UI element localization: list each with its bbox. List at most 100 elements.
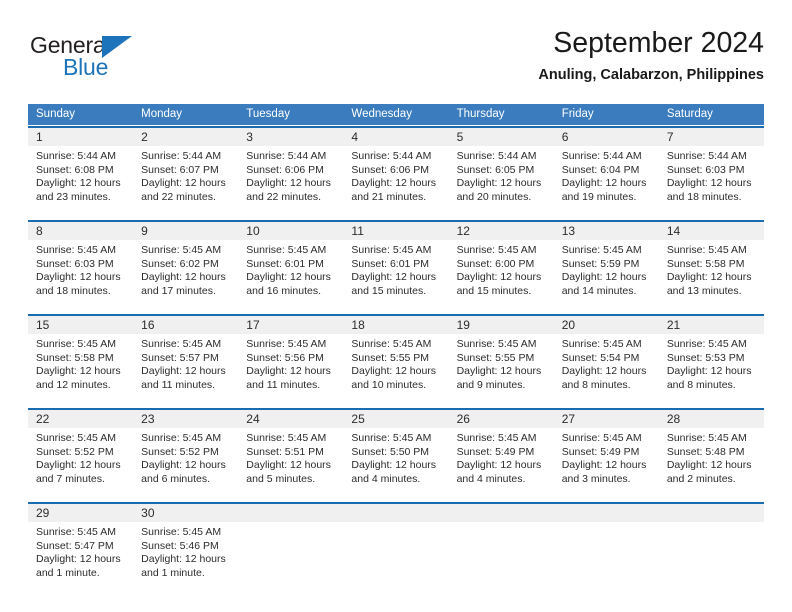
day-number[interactable]: 25 (343, 410, 448, 428)
day-cell-empty (449, 522, 554, 590)
day-detail-line: Daylight: 12 hours (36, 271, 121, 284)
day-cell[interactable]: Sunrise: 5:44 AM Sunset: 6:05 PM Daylight:… (449, 146, 554, 214)
day-detail-line: Sunset: 6:00 PM (456, 257, 535, 270)
day-number[interactable]: 22 (28, 410, 133, 428)
day-cell[interactable]: Sunrise: 5:45 AM Sunset: 6:02 PM Daylight:… (133, 240, 238, 308)
day-detail-line: Sunset: 5:57 PM (141, 351, 219, 364)
day-number[interactable]: 24 (238, 410, 343, 428)
day-detail-line: Sunrise: 5:45 AM (456, 338, 537, 350)
page-title: September 2024 (553, 27, 764, 59)
day-number[interactable]: 18 (343, 316, 448, 334)
day-cell[interactable]: Sunrise: 5:45 AM Sunset: 5:59 PM Daylight:… (554, 240, 659, 308)
day-detail-line: Sunset: 5:58 PM (666, 257, 745, 270)
day-cell[interactable]: Sunrise: 5:45 AM Sunset: 5:58 PM Daylight:… (28, 334, 133, 402)
day-cell[interactable]: Sunrise: 5:45 AM Sunset: 5:54 PM Daylight:… (554, 334, 659, 402)
day-number[interactable]: 12 (449, 222, 554, 240)
day-cell[interactable]: Sunrise: 5:45 AM Sunset: 5:57 PM Daylight:… (133, 334, 238, 402)
day-number[interactable]: 14 (659, 222, 764, 240)
day-number[interactable]: 1 (28, 128, 133, 146)
day-cell[interactable]: Sunrise: 5:45 AM Sunset: 5:55 PM Daylight:… (449, 334, 554, 402)
day-detail-line: and 22 minutes. (141, 190, 216, 203)
day-number[interactable]: 9 (133, 222, 238, 240)
day-detail-line: Sunrise: 5:45 AM (36, 244, 116, 256)
day-detail-line: Sunrise: 5:44 AM (456, 150, 537, 162)
day-cell[interactable]: Sunrise: 5:45 AM Sunset: 5:52 PM Daylight:… (28, 428, 133, 496)
day-cell-empty (238, 522, 343, 590)
day-detail-line: Daylight: 12 hours (666, 459, 752, 472)
day-cell[interactable]: Sunrise: 5:45 AM Sunset: 5:49 PM Daylight:… (449, 428, 554, 496)
day-detail-line: and 4 minutes. (456, 472, 526, 485)
day-detail-line: and 6 minutes. (141, 472, 211, 485)
day-cell[interactable]: Sunrise: 5:45 AM Sunset: 5:55 PM Daylight:… (343, 334, 448, 402)
calendar-week-row: 8 9 10 11 12 13 14 Sunrise: 5:45 AM Sunset: 6:03… (28, 220, 764, 310)
day-cell[interactable]: Sunrise: 5:44 AM Sunset: 6:06 PM Daylight:… (238, 146, 343, 214)
day-number[interactable]: 7 (659, 128, 764, 146)
day-cell[interactable]: Sunrise: 5:45 AM Sunset: 6:01 PM Daylight:… (238, 240, 343, 308)
day-cell[interactable]: Sunrise: 5:45 AM Sunset: 5:58 PM Daylight:… (659, 240, 764, 308)
day-cell[interactable]: Sunrise: 5:45 AM Sunset: 5:50 PM Daylight:… (343, 428, 448, 496)
day-cell[interactable]: Sunrise: 5:45 AM Sunset: 5:47 PM Daylight:… (28, 522, 133, 590)
day-number[interactable]: 6 (554, 128, 659, 146)
day-number[interactable]: 20 (554, 316, 659, 334)
day-detail-line: Sunset: 6:02 PM (141, 257, 219, 270)
day-detail-line: and 3 minutes. (561, 472, 631, 485)
title-block: September 2024 Anuling, Calabarzon, Phil… (244, 26, 764, 84)
day-number[interactable]: 2 (133, 128, 238, 146)
day-number[interactable]: 28 (659, 410, 764, 428)
day-number[interactable]: 13 (554, 222, 659, 240)
day-detail-line: Sunrise: 5:45 AM (141, 432, 222, 444)
day-number[interactable]: 17 (238, 316, 343, 334)
week-cells: Sunrise: 5:44 AM Sunset: 6:08 PM Daylight:… (28, 146, 764, 214)
day-detail-line: and 22 minutes. (246, 190, 321, 203)
day-number[interactable]: 10 (238, 222, 343, 240)
day-cell[interactable]: Sunrise: 5:44 AM Sunset: 6:04 PM Daylight:… (554, 146, 659, 214)
day-detail-line: Sunrise: 5:45 AM (666, 338, 747, 350)
day-cell[interactable]: Sunrise: 5:44 AM Sunset: 6:06 PM Daylight:… (343, 146, 448, 214)
day-detail-line: and 11 minutes. (141, 378, 216, 391)
day-cell[interactable]: Sunrise: 5:45 AM Sunset: 6:03 PM Daylight:… (28, 240, 133, 308)
day-number[interactable]: 27 (554, 410, 659, 428)
day-detail-line: Sunrise: 5:45 AM (666, 432, 747, 444)
day-cell[interactable]: Sunrise: 5:45 AM Sunset: 5:52 PM Daylight:… (133, 428, 238, 496)
calendar-week-row: 15 16 17 18 19 20 21 Sunrise: 5:45 AM Sunset: 5:… (28, 314, 764, 404)
day-cell[interactable]: Sunrise: 5:45 AM Sunset: 6:00 PM Daylight:… (449, 240, 554, 308)
day-detail-line: and 9 minutes. (456, 378, 526, 391)
day-number[interactable]: 23 (133, 410, 238, 428)
day-number[interactable]: 29 (28, 504, 133, 522)
day-number[interactable]: 3 (238, 128, 343, 146)
brand-logo[interactable]: General Blue (30, 32, 200, 88)
day-detail-line: Sunrise: 5:44 AM (351, 150, 432, 162)
day-number[interactable]: 19 (449, 316, 554, 334)
day-number[interactable]: 4 (343, 128, 448, 146)
day-detail-line: Sunset: 6:05 PM (456, 163, 535, 176)
day-number[interactable]: 30 (133, 504, 238, 522)
day-number[interactable]: 15 (28, 316, 133, 334)
day-cell[interactable]: Sunrise: 5:45 AM Sunset: 5:48 PM Daylight:… (659, 428, 764, 496)
day-cell[interactable]: Sunrise: 5:45 AM Sunset: 5:53 PM Daylight:… (659, 334, 764, 402)
day-cell[interactable]: Sunrise: 5:44 AM Sunset: 6:07 PM Daylight:… (133, 146, 238, 214)
day-number[interactable]: 16 (133, 316, 238, 334)
day-cell[interactable]: Sunrise: 5:45 AM Sunset: 5:51 PM Daylight:… (238, 428, 343, 496)
day-cell[interactable]: Sunrise: 5:45 AM Sunset: 6:01 PM Daylight:… (343, 240, 448, 308)
day-number[interactable]: 11 (343, 222, 448, 240)
day-detail-line: Sunrise: 5:45 AM (141, 244, 222, 256)
day-detail-line: Sunset: 5:49 PM (456, 445, 535, 458)
day-cell[interactable]: Sunrise: 5:44 AM Sunset: 6:08 PM Daylight:… (28, 146, 133, 214)
day-detail-line: Daylight: 12 hours (456, 177, 542, 190)
day-number[interactable]: 5 (449, 128, 554, 146)
day-detail-line: Daylight: 12 hours (141, 365, 226, 378)
day-detail-line: Daylight: 12 hours (561, 365, 647, 378)
day-cell[interactable]: Sunrise: 5:45 AM Sunset: 5:49 PM Daylight:… (554, 428, 659, 496)
day-number[interactable]: 21 (659, 316, 764, 334)
day-number[interactable]: 8 (28, 222, 133, 240)
day-cell[interactable]: Sunrise: 5:45 AM Sunset: 5:46 PM Daylight:… (133, 522, 238, 590)
day-detail-line: Sunset: 5:58 PM (36, 351, 114, 364)
day-detail-line: Sunrise: 5:45 AM (246, 432, 327, 444)
day-cell[interactable]: Sunrise: 5:45 AM Sunset: 5:56 PM Daylight:… (238, 334, 343, 402)
day-number[interactable]: 26 (449, 410, 554, 428)
day-detail-line: and 7 minutes. (36, 472, 105, 485)
weekday-header-row: Sunday Monday Tuesday Wednesday Thursday Frid… (28, 104, 764, 125)
day-cell[interactable]: Sunrise: 5:44 AM Sunset: 6:03 PM Daylight:… (659, 146, 764, 214)
weekday-header-sunday: Sunday (36, 108, 76, 120)
day-detail-line: Sunset: 6:03 PM (36, 257, 114, 270)
